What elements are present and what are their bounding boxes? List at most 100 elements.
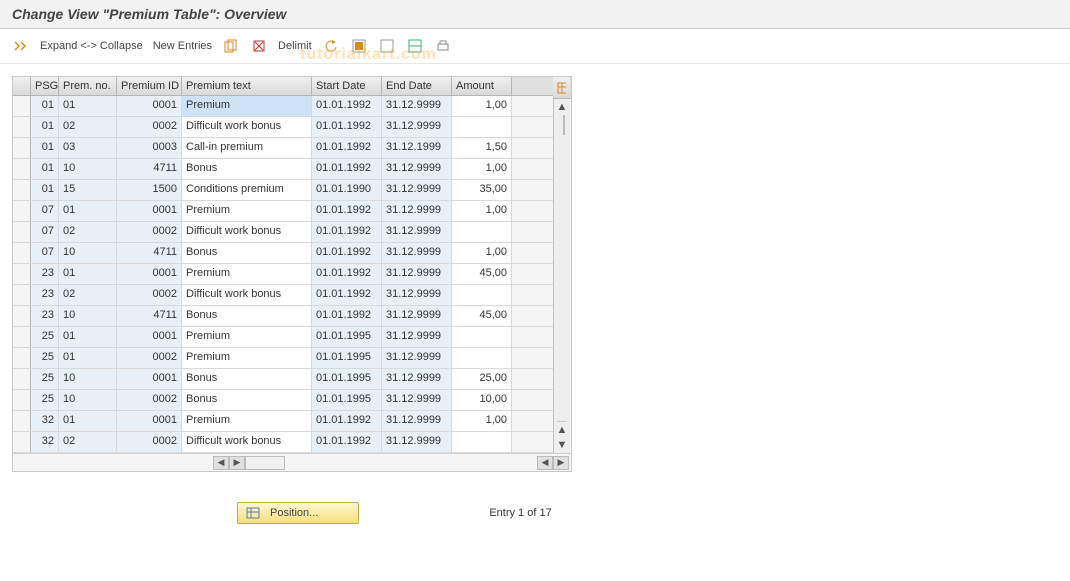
vertical-scrollbar[interactable]: ▲ ▲ ▼ xyxy=(553,99,570,453)
table-cell[interactable]: 01 xyxy=(59,96,117,116)
toggle-display-change-icon[interactable] xyxy=(12,37,30,55)
table-cell[interactable]: 01.01.1992 xyxy=(312,243,382,263)
table-row[interactable]: 07104711Bonus01.01.199231.12.99991,00 xyxy=(13,243,553,264)
expand-collapse-button[interactable]: Expand <-> Collapse xyxy=(40,40,143,52)
table-cell[interactable]: 01 xyxy=(59,327,117,347)
table-cell[interactable]: 0002 xyxy=(117,117,182,137)
table-cell[interactable]: 01.01.1995 xyxy=(312,348,382,368)
table-cell[interactable]: 10 xyxy=(59,390,117,410)
table-cell[interactable]: Premium xyxy=(182,348,312,368)
table-cell[interactable]: Difficult work bonus xyxy=(182,285,312,305)
table-cell[interactable]: 02 xyxy=(59,222,117,242)
table-cell[interactable]: 23 xyxy=(31,306,59,326)
table-cell[interactable]: 01.01.1992 xyxy=(312,159,382,179)
table-cell[interactable] xyxy=(13,159,31,179)
table-cell[interactable] xyxy=(13,327,31,347)
copy-icon[interactable] xyxy=(222,37,240,55)
table-cell[interactable]: Bonus xyxy=(182,243,312,263)
table-cell[interactable]: 1,00 xyxy=(452,411,512,431)
table-cell[interactable] xyxy=(13,201,31,221)
table-cell[interactable]: 01 xyxy=(31,117,59,137)
table-cell[interactable] xyxy=(452,222,512,242)
table-cell[interactable]: 01.01.1992 xyxy=(312,411,382,431)
table-cell[interactable]: 10 xyxy=(59,306,117,326)
table-cell[interactable]: 01 xyxy=(59,348,117,368)
deselect-all-icon[interactable] xyxy=(378,37,396,55)
table-cell[interactable] xyxy=(452,327,512,347)
table-cell[interactable]: 02 xyxy=(59,117,117,137)
hscroll2-left-arrow-icon[interactable]: ◀ xyxy=(537,456,553,470)
table-cell[interactable] xyxy=(452,117,512,137)
table-cell[interactable]: 01 xyxy=(59,411,117,431)
table-cell[interactable]: Bonus xyxy=(182,306,312,326)
table-cell[interactable]: 01.01.1995 xyxy=(312,369,382,389)
table-cell[interactable]: 0002 xyxy=(117,285,182,305)
table-cell[interactable]: 0002 xyxy=(117,348,182,368)
table-cell[interactable] xyxy=(452,348,512,368)
table-cell[interactable] xyxy=(13,243,31,263)
table-cell[interactable]: 10,00 xyxy=(452,390,512,410)
table-cell[interactable]: 01 xyxy=(31,96,59,116)
table-cell[interactable]: 01 xyxy=(31,138,59,158)
table-row[interactable]: 25010002Premium01.01.199531.12.9999 xyxy=(13,348,553,369)
table-cell[interactable]: 0001 xyxy=(117,369,182,389)
table-cell[interactable]: 31.12.9999 xyxy=(382,117,452,137)
table-cell[interactable]: 03 xyxy=(59,138,117,158)
table-cell[interactable]: Bonus xyxy=(182,390,312,410)
hscroll-right[interactable]: ◀ ▶ xyxy=(537,456,569,470)
table-cell[interactable]: 31.12.9999 xyxy=(382,180,452,200)
table-cell[interactable]: Bonus xyxy=(182,159,312,179)
new-entries-button[interactable]: New Entries xyxy=(153,40,212,52)
table-cell[interactable]: 31.12.9999 xyxy=(382,327,452,347)
table-cell[interactable]: Premium xyxy=(182,264,312,284)
table-cell[interactable] xyxy=(13,432,31,452)
table-cell[interactable] xyxy=(13,369,31,389)
table-cell[interactable]: 1,50 xyxy=(452,138,512,158)
table-cell[interactable]: Bonus xyxy=(182,369,312,389)
table-cell[interactable]: 0001 xyxy=(117,327,182,347)
col-select[interactable] xyxy=(13,77,31,95)
table-cell[interactable] xyxy=(13,306,31,326)
table-cell[interactable]: 01 xyxy=(31,180,59,200)
table-row[interactable]: 25010001Premium01.01.199531.12.9999 xyxy=(13,327,553,348)
hscroll-left-arrow-icon[interactable]: ◀ xyxy=(213,456,229,470)
table-row[interactable]: 01151500Conditions premium01.01.199031.1… xyxy=(13,180,553,201)
table-cell[interactable]: 01.01.1990 xyxy=(312,180,382,200)
table-row[interactable]: 23104711Bonus01.01.199231.12.999945,00 xyxy=(13,306,553,327)
table-cell[interactable]: 32 xyxy=(31,432,59,452)
delimit-button[interactable]: Delimit xyxy=(278,40,312,52)
table-cell[interactable] xyxy=(13,96,31,116)
delete-icon[interactable] xyxy=(250,37,268,55)
table-row[interactable]: 07010001Premium01.01.199231.12.99991,00 xyxy=(13,201,553,222)
table-cell[interactable] xyxy=(13,264,31,284)
col-startdate[interactable]: Start Date xyxy=(312,77,382,95)
table-cell[interactable]: 1,00 xyxy=(452,201,512,221)
scroll-down-second-up-icon[interactable]: ▲ xyxy=(557,421,568,437)
table-cell[interactable]: 23 xyxy=(31,264,59,284)
table-cell[interactable]: 0001 xyxy=(117,96,182,116)
table-cell[interactable]: 35,00 xyxy=(452,180,512,200)
table-cell[interactable]: 01 xyxy=(59,264,117,284)
select-all-icon[interactable] xyxy=(350,37,368,55)
col-premtext[interactable]: Premium text xyxy=(182,77,312,95)
hscroll-left[interactable]: ◀ ▶ xyxy=(213,456,285,470)
table-cell[interactable]: 23 xyxy=(31,285,59,305)
table-cell[interactable] xyxy=(13,390,31,410)
col-psg[interactable]: PSG xyxy=(31,77,59,95)
table-cell[interactable] xyxy=(13,348,31,368)
table-cell[interactable] xyxy=(13,180,31,200)
table-row[interactable]: 23010001Premium01.01.199231.12.999945,00 xyxy=(13,264,553,285)
col-amount[interactable]: Amount xyxy=(452,77,512,95)
table-cell[interactable]: 31.12.9999 xyxy=(382,411,452,431)
table-cell[interactable]: 10 xyxy=(59,159,117,179)
table-cell[interactable]: 31.12.9999 xyxy=(382,369,452,389)
table-cell[interactable]: 02 xyxy=(59,285,117,305)
table-cell[interactable]: 07 xyxy=(31,222,59,242)
table-cell[interactable]: Difficult work bonus xyxy=(182,432,312,452)
table-cell[interactable]: 4711 xyxy=(117,306,182,326)
table-cell[interactable]: 0001 xyxy=(117,411,182,431)
table-cell[interactable]: 01.01.1992 xyxy=(312,222,382,242)
table-cell[interactable]: 15 xyxy=(59,180,117,200)
table-cell[interactable]: 01.01.1992 xyxy=(312,138,382,158)
table-cell[interactable]: 31.12.9999 xyxy=(382,306,452,326)
